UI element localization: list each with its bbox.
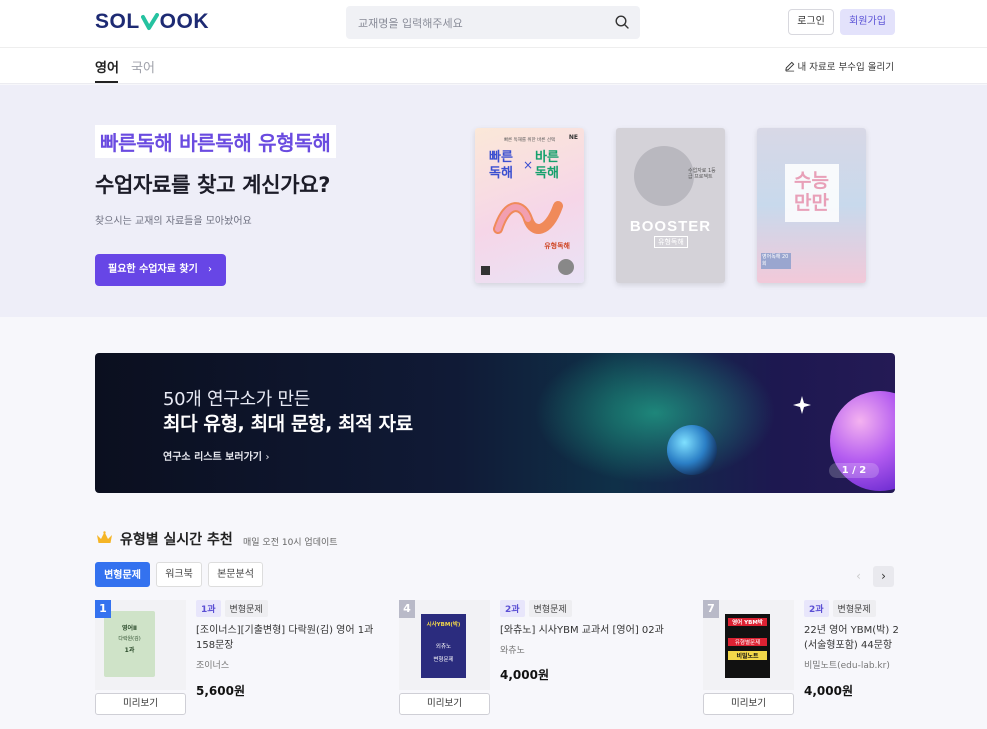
logo-v-check-icon	[140, 13, 159, 31]
product-publisher: 와츄노	[500, 646, 525, 656]
find-material-label: 필요한 수업자료 찾기	[108, 264, 198, 275]
preview-button[interactable]: 미리보기	[703, 693, 794, 715]
book-title-suneung: 수능 만만	[794, 170, 829, 214]
rank-badge: 7	[703, 600, 719, 618]
crown-icon	[97, 531, 112, 543]
product-publisher: 비밀노트(edu-lab.kr)	[804, 661, 890, 671]
signup-button[interactable]: 회원가입	[840, 9, 895, 35]
lesson-tag: 2과	[500, 600, 525, 617]
product-title[interactable]: 22년 영어 YBM(박) 2 (서술형포함) 44문항	[804, 623, 987, 653]
booster-mid-text: 수업자료 1등급 프로젝트	[688, 168, 716, 180]
booster-title: BOOSTER	[629, 218, 712, 235]
product-price: 4,000원	[804, 684, 853, 698]
upload-label: 내 자료로 부수입 올리기	[797, 62, 894, 73]
logo-text-right: OOK	[159, 10, 210, 33]
promo-banner[interactable]: 50개 연구소가 만든 최다 유형, 최대 문항, 최적 자료 연구소 리스트 …	[95, 353, 895, 493]
chevron-right-icon: ›	[208, 264, 212, 275]
book-cover-suneung-manman[interactable]: 수능 만만 영어독해 20회	[757, 128, 866, 283]
cover-image: 영어Ⅱ 다락원(김) 1과	[104, 611, 155, 677]
product-publisher: 조이너스	[196, 661, 230, 671]
top-header: SOL OOK 교재명을 입력해주세요 로그인 회원가입	[0, 0, 987, 48]
login-button[interactable]: 로그인	[788, 9, 834, 35]
pencil-icon	[784, 61, 794, 71]
preview-button[interactable]: 미리보기	[399, 693, 490, 715]
find-material-button[interactable]: 필요한 수업자료 찾기 ›	[95, 254, 226, 286]
wave-graphic-icon	[493, 201, 563, 234]
book-series-label: 유형독해	[544, 242, 570, 250]
hero-title: 수업자료를 찾고 계신가요?	[95, 173, 331, 197]
solvook-logo[interactable]: SOL OOK	[95, 10, 209, 34]
sculpture-graphic-icon	[634, 146, 694, 206]
product-card[interactable]: 영어 YBM박 유형별문제 비밀노트 7 미리보기 2과 변형문제 22년 영어…	[703, 600, 987, 720]
lesson-tag: 1과	[196, 600, 221, 617]
subject-tabs: 영어 국어 내 자료로 부수입 올리기	[0, 48, 987, 84]
tab-korean[interactable]: 국어	[131, 57, 155, 76]
badge-circle-icon	[558, 259, 574, 275]
book-title-fast: 빠른 독해	[489, 150, 513, 181]
hero-subtitle: 찾으시는 교재의 자료들을 모아놨어요	[95, 216, 252, 227]
book-tagline: 빠른 독해를 위한 바른 선택	[503, 138, 556, 143]
product-price: 5,600원	[196, 684, 245, 698]
type-tag: 변형문제	[528, 600, 572, 617]
product-title[interactable]: [와츄노] 시사YBM 교과서 [영어] 02과	[500, 623, 690, 638]
carousel-prev-button[interactable]: ‹	[848, 566, 869, 587]
qr-code-icon	[481, 266, 490, 275]
banner-line-2: 최다 유형, 최대 문항, 최적 자료	[163, 413, 413, 435]
banner-line-1: 50개 연구소가 만든	[163, 389, 310, 410]
cover-image: 시사YBM(박) 외츄노 변형문제	[421, 614, 466, 678]
product-card[interactable]: 시사YBM(박) 외츄노 변형문제 4 미리보기 2과 변형문제 [와츄노] 시…	[399, 600, 689, 720]
chip-text-analysis[interactable]: 본문분석	[208, 562, 263, 587]
active-tab-underline	[95, 81, 118, 83]
cover-image: 영어 YBM박 유형별문제 비밀노트	[725, 614, 770, 678]
search-placeholder: 교재명을 입력해주세요	[358, 17, 463, 30]
book-cover-fast-reading[interactable]: NE 빠른 독해를 위한 바른 선택 빠른 독해 × 바른 독해 유형독해	[475, 128, 584, 283]
book-sub-label: 영어독해 20회	[761, 253, 791, 269]
type-tag: 변형문제	[224, 600, 268, 617]
tab-english[interactable]: 영어	[95, 57, 119, 76]
book-cover-booster[interactable]: 수업자료 1등급 프로젝트 BOOSTER 유형독해	[616, 128, 725, 283]
upload-material-link[interactable]: 내 자료로 부수입 올리기	[784, 59, 894, 73]
rank-badge: 4	[399, 600, 415, 618]
banner-pager: 1 / 2	[829, 463, 879, 478]
search-icon[interactable]	[614, 14, 630, 30]
carousel-next-button[interactable]: ›	[873, 566, 894, 587]
type-tag: 변형문제	[832, 600, 876, 617]
chip-variant-problem[interactable]: 변형문제	[95, 562, 150, 587]
recommend-title: 유형별 실시간 추천	[120, 532, 233, 548]
lab-list-link[interactable]: 연구소 리스트 보러가기 ›	[163, 448, 269, 463]
chevron-right-icon: ›	[265, 452, 270, 463]
hero-highlight: 빠른독해 바른독해 유형독해	[95, 125, 336, 158]
booster-sub: 유형독해	[654, 236, 688, 248]
product-title[interactable]: [조이너스][기출변형] 다락원(김) 영어 1과 158문장	[196, 623, 386, 653]
search-input[interactable]: 교재명을 입력해주세요	[346, 6, 640, 39]
book-title-right: 바른 독해	[535, 150, 559, 181]
product-price: 4,000원	[500, 668, 549, 682]
chip-workbook[interactable]: 워크북	[156, 562, 202, 587]
logo-text-left: SOL	[95, 10, 140, 33]
product-card[interactable]: 영어Ⅱ 다락원(김) 1과 1 미리보기 1과 변형문제 [조이너스][기출변형…	[95, 600, 385, 720]
cross-icon: ×	[523, 158, 534, 172]
recommend-subtitle: 매일 오전 10시 업데이트	[243, 538, 338, 548]
rank-badge: 1	[95, 600, 111, 618]
preview-button[interactable]: 미리보기	[95, 693, 186, 715]
lesson-tag: 2과	[804, 600, 829, 617]
